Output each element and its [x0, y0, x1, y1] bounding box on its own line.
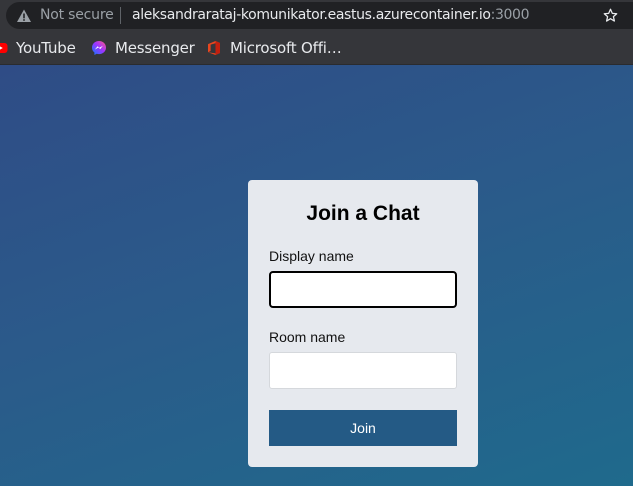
bookmark-label: Messenger [115, 39, 195, 57]
bookmark-label: Microsoft Offi… [230, 39, 342, 57]
url-host: aleksandrarataj-komunikator.eastus.azure… [132, 7, 491, 23]
page-background: Join a Chat Display name Room name Join [0, 65, 633, 486]
page-title: Join a Chat [306, 202, 420, 225]
messenger-icon [92, 41, 106, 55]
security-status[interactable]: Not secure [40, 7, 114, 23]
warning-icon[interactable] [16, 8, 32, 24]
display-name-label: Display name [269, 248, 354, 264]
bookmark-label: YouTube [16, 39, 76, 57]
room-name-input[interactable] [269, 352, 457, 389]
bookmarks-bar: YouTube Messenger Microsoft Offi… [0, 31, 633, 65]
bookmark-youtube[interactable]: YouTube [0, 39, 76, 57]
url-text[interactable]: aleksandrarataj-komunikator.eastus.azure… [132, 7, 530, 23]
microsoft-office-icon [208, 41, 220, 55]
youtube-icon [0, 43, 8, 53]
bookmark-star-icon[interactable] [602, 7, 619, 24]
room-name-label: Room name [269, 329, 346, 345]
bookmark-microsoft-office[interactable]: Microsoft Offi… [206, 39, 342, 57]
display-name-input[interactable] [269, 271, 457, 308]
join-chat-card: Join a Chat Display name Room name Join [248, 180, 478, 467]
bookmark-messenger[interactable]: Messenger [91, 39, 195, 57]
join-button[interactable]: Join [269, 410, 457, 446]
url-port: :3000 [490, 7, 530, 23]
url-divider [120, 7, 121, 24]
address-bar[interactable]: Not secure aleksandrarataj-komunikator.e… [6, 2, 633, 29]
browser-toolbar: Not secure aleksandrarataj-komunikator.e… [0, 0, 633, 31]
